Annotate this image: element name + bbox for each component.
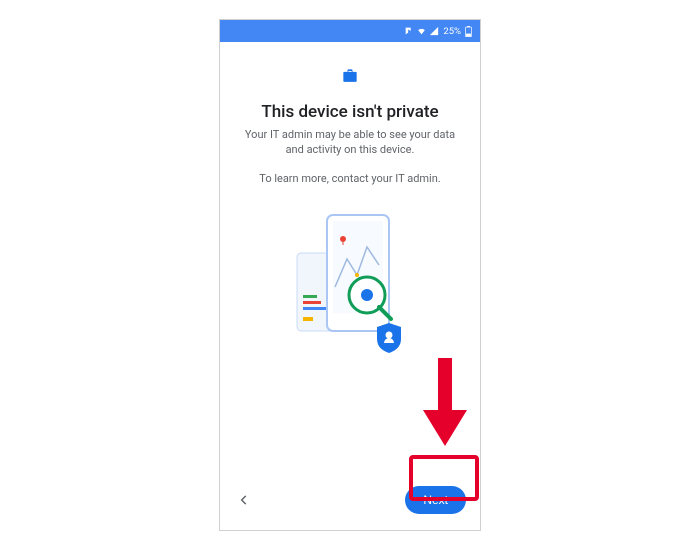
page-title: This device isn't private bbox=[261, 102, 438, 122]
learn-more-text: To learn more, contact your IT admin. bbox=[259, 172, 440, 185]
status-bar: 25% bbox=[220, 20, 480, 42]
status-icons bbox=[404, 26, 439, 36]
back-button[interactable] bbox=[234, 490, 254, 510]
wifi-icon bbox=[416, 26, 427, 36]
chevron-left-icon bbox=[237, 493, 251, 507]
phone-frame: 25% This device isn't private Your IT ad… bbox=[219, 19, 481, 531]
page-subtitle: Your IT admin may be able to see your da… bbox=[242, 128, 458, 158]
signal-icon bbox=[429, 26, 439, 36]
battery-text: 25% bbox=[443, 26, 461, 37]
next-button[interactable]: Next bbox=[405, 486, 466, 514]
device-monitoring-illustration bbox=[285, 207, 415, 357]
battery-icon bbox=[465, 26, 472, 37]
nfc-icon bbox=[404, 26, 414, 36]
main-content: This device isn't private Your IT admin … bbox=[220, 42, 480, 480]
briefcase-icon bbox=[340, 66, 360, 90]
bottom-bar: Next bbox=[220, 480, 480, 530]
